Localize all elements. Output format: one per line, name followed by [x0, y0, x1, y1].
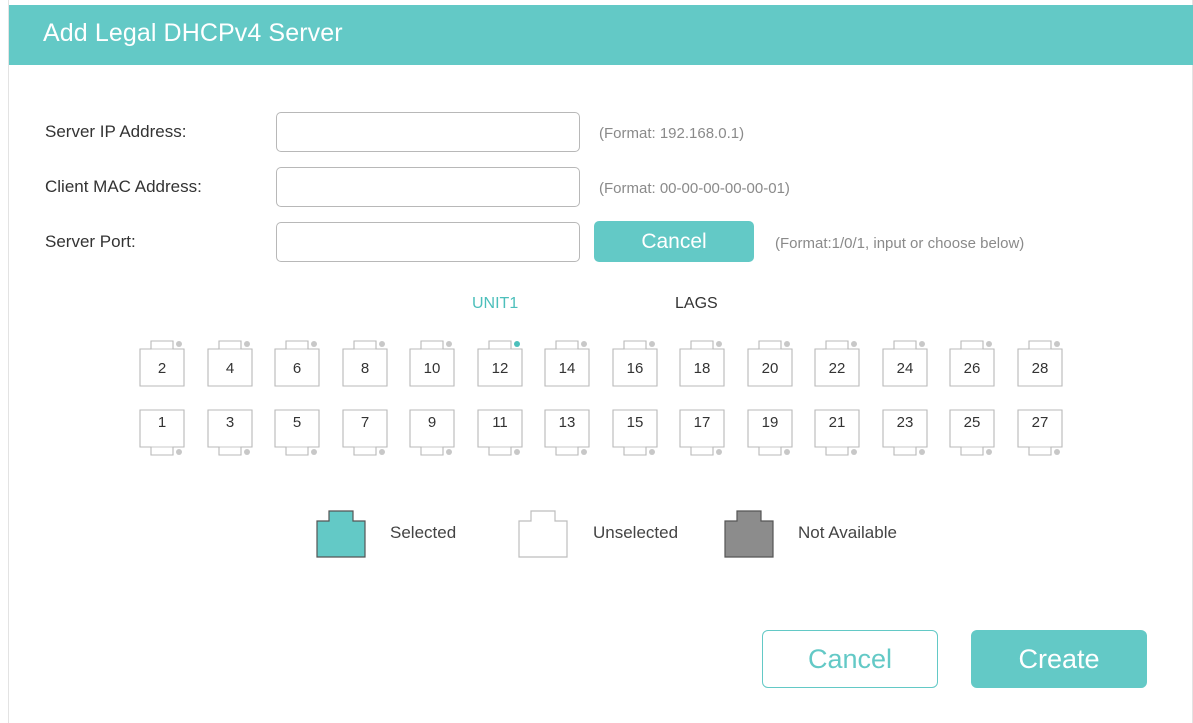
port-6[interactable]: 6 — [274, 339, 320, 387]
port-number: 15 — [626, 414, 644, 431]
port-cancel-button[interactable]: Cancel — [594, 221, 754, 262]
client-mac-input[interactable] — [276, 167, 580, 207]
port-5[interactable]: 5 — [274, 409, 320, 457]
port-number: 22 — [828, 360, 846, 377]
port-number: 2 — [157, 360, 167, 377]
server-ip-hint: (Format: 192.168.0.1) — [599, 125, 745, 142]
port-20[interactable]: 20 — [747, 339, 793, 387]
port-22[interactable]: 22 — [814, 339, 860, 387]
cancel-button[interactable]: Cancel — [762, 630, 938, 688]
port-9[interactable]: 9 — [409, 409, 455, 457]
add-dhcp-server-dialog: Add Legal DHCPv4 Server Server IP Addres… — [8, 0, 1193, 723]
port-11[interactable]: 11 — [477, 409, 523, 457]
create-button[interactable]: Create — [971, 630, 1147, 688]
port-10[interactable]: 10 — [409, 339, 455, 387]
port-21[interactable]: 21 — [814, 409, 860, 457]
port-4[interactable]: 4 — [207, 339, 253, 387]
dialog-title: Add Legal DHCPv4 Server — [43, 19, 343, 47]
port-number: 14 — [558, 360, 576, 377]
port-13[interactable]: 13 — [544, 409, 590, 457]
legend-not-available-label: Not Available — [798, 523, 897, 542]
port-7[interactable]: 7 — [342, 409, 388, 457]
server-port-input[interactable] — [276, 222, 580, 262]
server-port-hint: (Format:1/0/1, input or choose below) — [775, 235, 1025, 252]
port-2[interactable]: 2 — [139, 339, 185, 387]
port-18[interactable]: 18 — [679, 339, 725, 387]
port-number: 8 — [360, 360, 370, 377]
port-number: 3 — [225, 414, 235, 431]
port-number: 26 — [963, 360, 981, 377]
legend-selected-icon — [316, 510, 366, 563]
port-number: 11 — [492, 414, 508, 431]
tab-lags[interactable]: LAGS — [675, 295, 718, 313]
server-port-label: Server Port: — [45, 232, 136, 251]
port-number: 25 — [963, 414, 981, 431]
port-number: 5 — [292, 414, 302, 431]
port-number: 23 — [896, 414, 914, 431]
port-row-odd: 1 3 5 7 9 11 13 15 17 19 21 23 25 27 — [139, 409, 1069, 459]
port-number: 12 — [491, 360, 509, 377]
port-number: 16 — [626, 360, 644, 377]
port-14[interactable]: 14 — [544, 339, 590, 387]
port-23[interactable]: 23 — [882, 409, 928, 457]
port-19[interactable]: 19 — [747, 409, 793, 457]
port-number: 4 — [225, 360, 235, 377]
port-28[interactable]: 28 — [1017, 339, 1063, 387]
port-24[interactable]: 24 — [882, 339, 928, 387]
legend-not-available-icon — [724, 510, 774, 563]
dialog-header: Add Legal DHCPv4 Server — [9, 5, 1193, 65]
port-15[interactable]: 15 — [612, 409, 658, 457]
client-mac-label: Client MAC Address: — [45, 177, 202, 196]
server-ip-input[interactable] — [276, 112, 580, 152]
port-number: 28 — [1031, 360, 1049, 377]
port-26[interactable]: 26 — [949, 339, 995, 387]
tab-unit1[interactable]: UNIT1 — [472, 295, 518, 313]
port-27[interactable]: 27 — [1017, 409, 1063, 457]
port-number: 21 — [828, 414, 846, 431]
port-number: 19 — [761, 414, 779, 431]
server-ip-label: Server IP Address: — [45, 122, 187, 141]
port-number: 27 — [1031, 414, 1049, 431]
port-number: 24 — [896, 360, 914, 377]
client-mac-hint: (Format: 00-00-00-00-00-01) — [599, 180, 790, 197]
port-25[interactable]: 25 — [949, 409, 995, 457]
port-number: 17 — [693, 414, 711, 431]
port-row-even: 2 4 6 8 10 12 14 16 18 20 22 24 26 28 — [139, 339, 1069, 389]
port-number: 10 — [423, 360, 441, 377]
port-12[interactable]: 12 — [477, 339, 523, 387]
legend-selected-label: Selected — [390, 523, 457, 542]
legend-unselected-label: Unselected — [593, 523, 679, 542]
legend-unselected-icon — [518, 510, 568, 563]
port-number: 18 — [693, 360, 711, 377]
port-number: 7 — [360, 414, 370, 431]
port-number: 1 — [157, 414, 167, 431]
port-17[interactable]: 17 — [679, 409, 725, 457]
port-number: 6 — [292, 360, 302, 377]
port-number: 13 — [558, 414, 576, 431]
port-8[interactable]: 8 — [342, 339, 388, 387]
port-16[interactable]: 16 — [612, 339, 658, 387]
port-number: 20 — [761, 360, 779, 377]
port-3[interactable]: 3 — [207, 409, 253, 457]
port-1[interactable]: 1 — [139, 409, 185, 457]
port-number: 9 — [427, 414, 437, 431]
